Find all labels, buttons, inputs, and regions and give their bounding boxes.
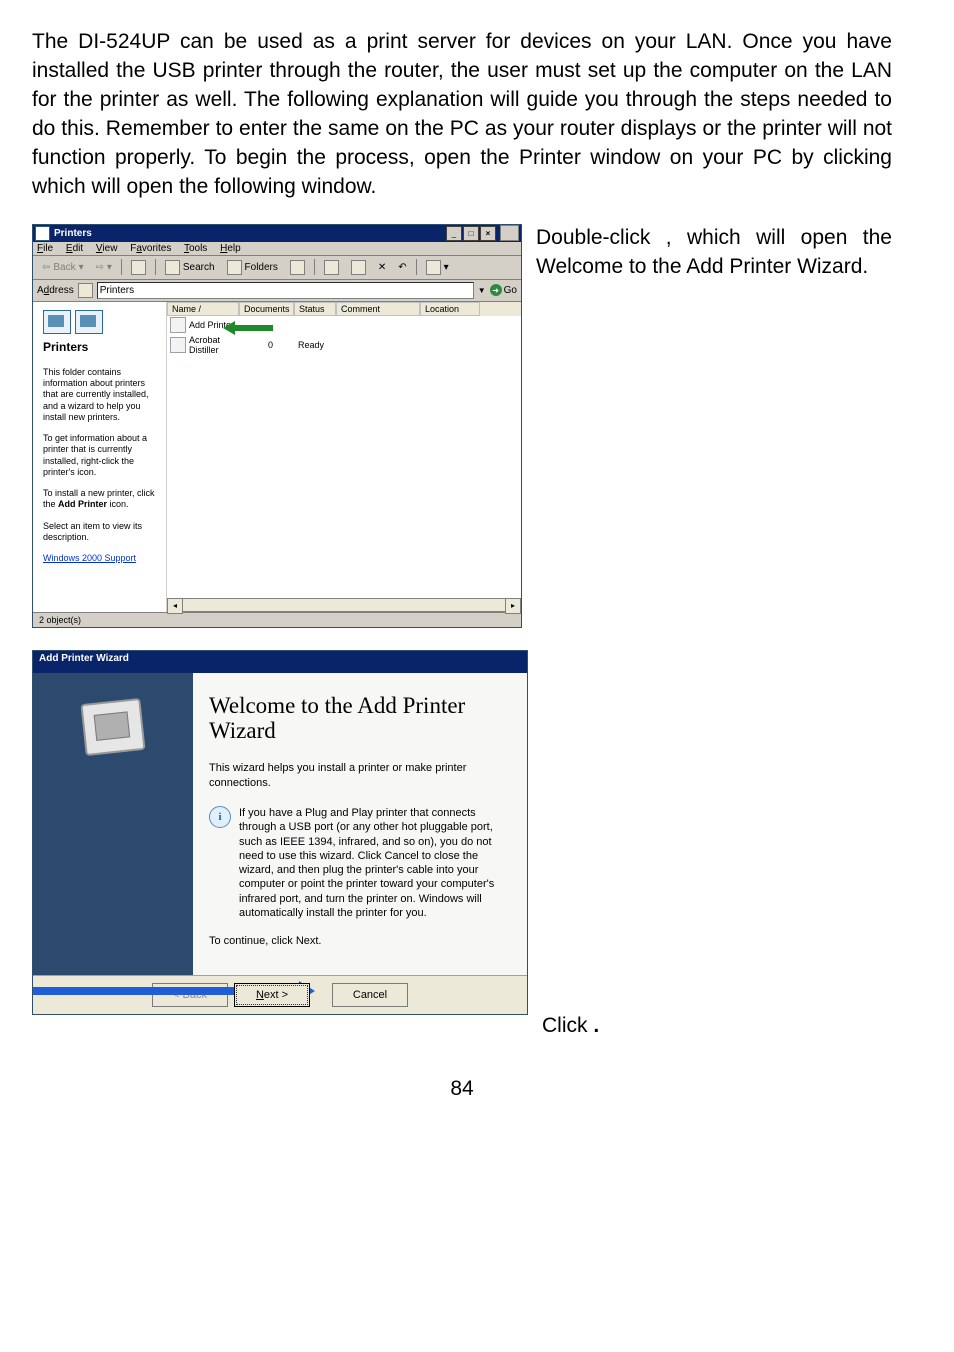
add-printer-icon: [170, 317, 186, 333]
panel-text: Select an item to view its description.: [43, 521, 158, 544]
tool-icon[interactable]: [319, 258, 344, 277]
toolbar-divider: [121, 259, 122, 275]
printers-titlebar-icon: [35, 226, 50, 241]
printer-item[interactable]: Acrobat Distiller 0 Ready: [167, 334, 521, 356]
scroll-right-icon[interactable]: ▸: [505, 598, 521, 614]
menu-tools[interactable]: Tools: [184, 243, 207, 254]
col-location[interactable]: Location: [420, 302, 480, 316]
toolbar-divider: [416, 259, 417, 275]
delete-icon[interactable]: ✕: [373, 258, 391, 277]
panel-text: To install a new printer, click the Add …: [43, 488, 158, 511]
wizard-heading: Welcome to the Add Printer Wizard: [209, 693, 509, 744]
address-label: Address: [37, 285, 74, 296]
wizard-text: To continue, click Next.: [209, 934, 509, 948]
address-icon: [78, 283, 93, 298]
toolbar-divider: [314, 259, 315, 275]
add-printer-item[interactable]: Add Printer: [167, 316, 521, 334]
back-button[interactable]: ⇦ Back ▾: [37, 258, 89, 277]
address-input[interactable]: [97, 282, 474, 299]
wizard-info-text: If you have a Plug and Play printer that…: [239, 806, 509, 920]
wizard-printer-icon: [80, 698, 145, 756]
page-number: 84: [32, 1077, 892, 1101]
history-button[interactable]: [285, 258, 310, 277]
col-name[interactable]: Name /: [167, 302, 239, 316]
menu-help[interactable]: Help: [220, 243, 241, 254]
printers-title: Printers: [54, 228, 446, 239]
wizard-text: This wizard helps you install a printer …: [209, 761, 509, 790]
panel-title: Printers: [43, 340, 158, 355]
col-documents[interactable]: Documents: [239, 302, 294, 316]
h-scrollbar[interactable]: ◂ ▸: [167, 598, 521, 612]
win-logo-icon: [500, 225, 519, 241]
support-link[interactable]: Windows 2000 Support: [43, 553, 136, 563]
address-bar: Address ▼ ➜Go: [33, 280, 521, 302]
menu-favorites[interactable]: Favorites: [130, 243, 171, 254]
status-bar: 2 object(s): [33, 612, 521, 627]
intro-paragraph: The DI-524UP can be used as a print serv…: [32, 28, 892, 202]
search-button[interactable]: Search: [160, 258, 220, 277]
right-caption-2: Click .: [542, 650, 892, 1041]
toolbar: ⇦ Back ▾ ⇨ ▾ Search Folders ✕ ↶ ▾: [33, 256, 521, 280]
views-button[interactable]: ▾: [421, 258, 454, 277]
wizard-title: Add Printer Wizard: [33, 651, 527, 673]
add-printer-wizard-window: Add Printer Wizard Welcome to the Add Pr…: [32, 650, 528, 1015]
menu-edit[interactable]: Edit: [66, 243, 83, 254]
menu-file[interactable]: File: [37, 243, 53, 254]
go-button[interactable]: ➜Go: [490, 284, 517, 296]
intro-text-c: which will open the following window.: [32, 175, 376, 198]
printer-icon: [170, 337, 186, 353]
printer-large-icon: [43, 310, 71, 334]
printer-list: Name / Documents Status Comment Location…: [167, 302, 521, 612]
panel-text: This folder contains information about p…: [43, 367, 158, 423]
cancel-button[interactable]: Cancel: [332, 983, 408, 1007]
callout-arrow-icon: [223, 321, 235, 335]
wizard-button-row: < Back Next > Cancel: [33, 975, 527, 1014]
next-button[interactable]: Next >: [234, 983, 310, 1007]
menu-view[interactable]: View: [96, 243, 118, 254]
folders-button[interactable]: Folders: [222, 258, 283, 277]
titlebar: Printers _ □ ×: [33, 225, 521, 242]
wizard-sidebar: [33, 673, 193, 975]
toolbar-divider: [155, 259, 156, 275]
scroll-left-icon[interactable]: ◂: [167, 598, 183, 614]
minimize-button[interactable]: _: [446, 226, 462, 241]
forward-button[interactable]: ⇨ ▾: [91, 258, 117, 277]
col-status[interactable]: Status: [294, 302, 336, 316]
close-button[interactable]: ×: [480, 226, 496, 241]
right-caption-1: Double-click , which will open the Welco…: [536, 224, 892, 628]
up-button[interactable]: [126, 258, 151, 277]
menu-bar: File Edit View Favorites Tools Help: [33, 242, 521, 256]
panel-text: To get information about a printer that …: [43, 433, 158, 478]
col-comment[interactable]: Comment: [336, 302, 420, 316]
undo-icon[interactable]: ↶: [393, 258, 411, 277]
info-icon: i: [209, 806, 231, 828]
maximize-button[interactable]: □: [463, 226, 479, 241]
left-panel: Printers This folder contains informatio…: [33, 302, 167, 612]
tool-icon[interactable]: [346, 258, 371, 277]
printer-large-icon: [75, 310, 103, 334]
printers-window: Printers _ □ × File Edit View Favorites …: [32, 224, 522, 628]
